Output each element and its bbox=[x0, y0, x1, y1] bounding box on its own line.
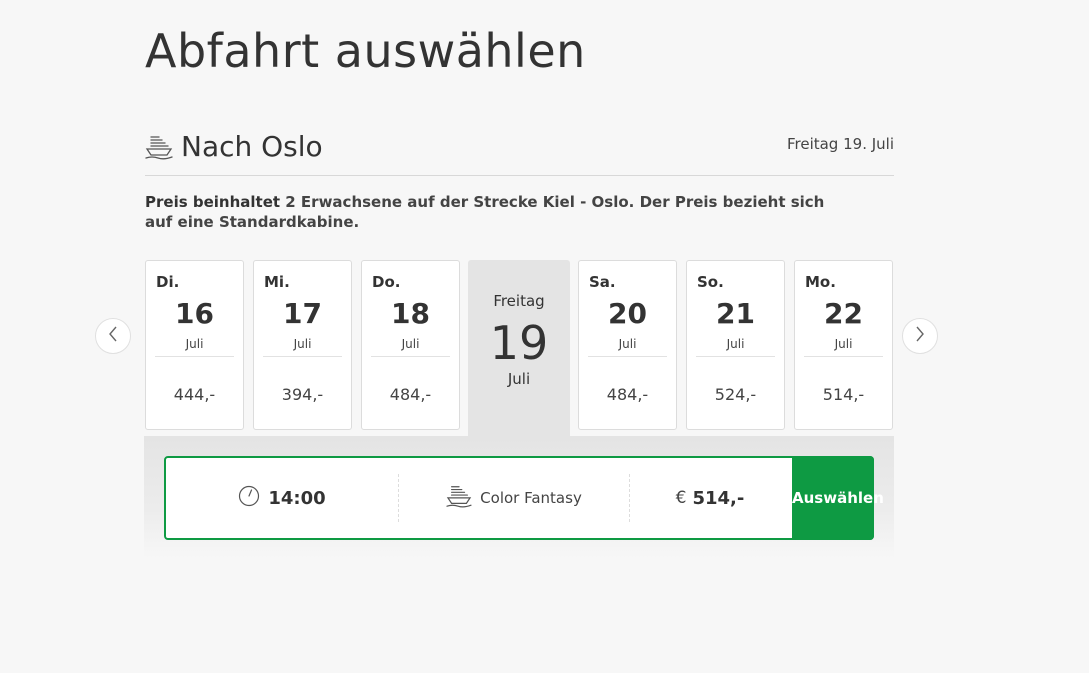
day-number: 21 bbox=[716, 297, 755, 330]
day-number: 16 bbox=[175, 297, 214, 330]
price-note-label: Preis beinhaltet bbox=[145, 193, 281, 211]
departure-row[interactable]: 14:00 Color Fantasy € 514,- Auswählen bbox=[164, 456, 884, 540]
day-price: 394,- bbox=[281, 385, 324, 404]
day-divider bbox=[263, 356, 342, 357]
clock-icon bbox=[238, 485, 260, 511]
selected-month: Juli bbox=[507, 370, 531, 388]
day-divider bbox=[588, 356, 667, 357]
day-card-22[interactable]: Mo. 22 Juli 514,- bbox=[794, 260, 893, 430]
route-title: Nach Oslo bbox=[145, 127, 323, 167]
departure-time-value: 14:00 bbox=[268, 487, 326, 509]
next-dates-button[interactable] bbox=[902, 318, 938, 354]
day-divider bbox=[155, 356, 234, 357]
route-label: Nach Oslo bbox=[181, 130, 323, 163]
price-note: Preis beinhaltet 2 Erwachsene auf der St… bbox=[145, 192, 845, 232]
day-month: Juli bbox=[726, 337, 745, 351]
day-card-18[interactable]: Do. 18 Juli 484,- bbox=[361, 260, 460, 430]
day-number: 18 bbox=[391, 297, 430, 330]
previous-dates-button[interactable] bbox=[95, 318, 131, 354]
chevron-right-icon bbox=[914, 325, 926, 348]
day-card-selected[interactable]: Freitag 19 Juli bbox=[468, 260, 570, 438]
day-weekday: Sa. bbox=[589, 273, 616, 291]
departure-ship: Color Fantasy bbox=[399, 458, 629, 538]
day-card-16[interactable]: Di. 16 Juli 444,- bbox=[145, 260, 244, 430]
ship-icon bbox=[145, 134, 173, 160]
chevron-left-icon bbox=[107, 325, 119, 348]
day-card-20[interactable]: Sa. 20 Juli 484,- bbox=[578, 260, 677, 430]
day-divider bbox=[804, 356, 883, 357]
day-price: 514,- bbox=[822, 385, 865, 404]
day-weekday: Di. bbox=[156, 273, 180, 291]
day-price: 484,- bbox=[606, 385, 649, 404]
day-divider bbox=[696, 356, 775, 357]
day-weekday: Mi. bbox=[264, 273, 290, 291]
day-price: 524,- bbox=[714, 385, 757, 404]
day-number: 17 bbox=[283, 297, 322, 330]
price-value: 514,- bbox=[692, 487, 745, 509]
day-number: 22 bbox=[824, 297, 863, 330]
day-month: Juli bbox=[185, 337, 204, 351]
day-price: 444,- bbox=[173, 385, 216, 404]
day-weekday: So. bbox=[697, 273, 724, 291]
day-price: 484,- bbox=[389, 385, 432, 404]
day-weekday: Mo. bbox=[805, 273, 836, 291]
day-month: Juli bbox=[401, 337, 420, 351]
selected-weekday: Freitag bbox=[493, 292, 545, 310]
day-number: 20 bbox=[608, 297, 647, 330]
select-button[interactable]: Auswählen bbox=[792, 456, 884, 540]
ship-name: Color Fantasy bbox=[480, 489, 582, 507]
day-month: Juli bbox=[618, 337, 637, 351]
day-weekday: Do. bbox=[372, 273, 401, 291]
page-title: Abfahrt auswählen bbox=[145, 24, 586, 78]
departure-time: 14:00 bbox=[166, 458, 398, 538]
route-date: Freitag 19. Juli bbox=[786, 135, 894, 153]
day-month: Juli bbox=[293, 337, 312, 351]
day-card-17[interactable]: Mi. 17 Juli 394,- bbox=[253, 260, 352, 430]
route-header: Nach Oslo Freitag 19. Juli bbox=[145, 127, 894, 176]
day-month: Juli bbox=[834, 337, 853, 351]
selected-day-number: 19 bbox=[489, 316, 549, 370]
day-card-21[interactable]: So. 21 Juli 524,- bbox=[686, 260, 785, 430]
departure-price: € 514,- bbox=[630, 458, 790, 538]
ship-icon bbox=[446, 484, 472, 512]
currency-symbol: € bbox=[675, 488, 687, 508]
day-divider bbox=[371, 356, 450, 357]
